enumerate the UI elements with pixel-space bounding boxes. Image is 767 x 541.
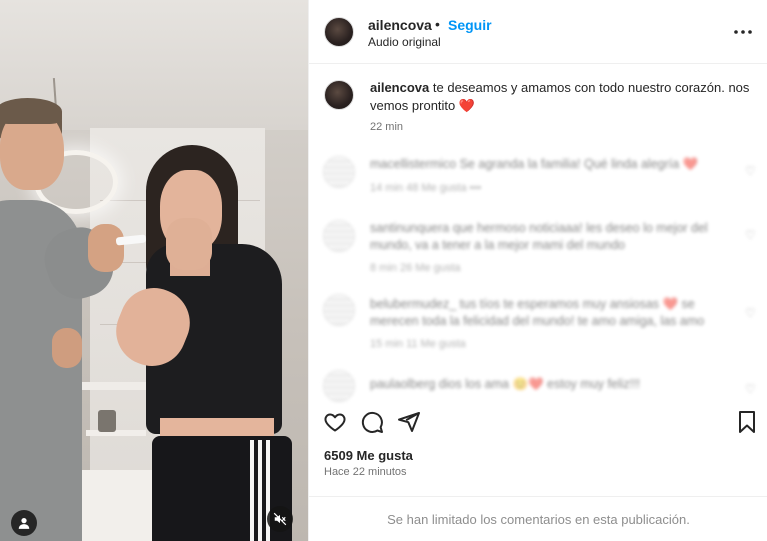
comment-bubble-icon[interactable] bbox=[358, 408, 386, 436]
comment-like-icon[interactable]: ♡ bbox=[745, 306, 756, 320]
man-hand bbox=[52, 328, 82, 368]
post-panel: ailencova • Seguir Audio original ailenc… bbox=[308, 0, 767, 541]
comment-text: santinunquera que hermoso noticiaaa! les… bbox=[370, 221, 708, 252]
comment-like-icon[interactable]: ♡ bbox=[745, 382, 756, 396]
shelf bbox=[86, 430, 146, 436]
heart-emoji: ❤️ bbox=[458, 98, 476, 113]
commenter-avatar[interactable] bbox=[323, 156, 355, 188]
heart-outline-icon[interactable] bbox=[321, 408, 349, 436]
post-media[interactable] bbox=[0, 0, 308, 541]
comments-list: macellistermico Se agranda la familia! Q… bbox=[309, 146, 767, 402]
caption-username[interactable]: ailencova bbox=[370, 80, 429, 95]
separator-dot: • bbox=[435, 16, 440, 32]
woman-hands bbox=[166, 218, 212, 270]
post-header: ailencova • Seguir Audio original bbox=[309, 0, 767, 64]
avatar[interactable] bbox=[324, 17, 354, 47]
bookmark-icon[interactable] bbox=[733, 408, 761, 436]
action-bar bbox=[309, 400, 767, 444]
comment-meta: 14 min 48 Me gusta ••• bbox=[370, 182, 482, 194]
commenter-avatar[interactable] bbox=[323, 370, 355, 402]
comment-meta: 15 min 11 Me gusta bbox=[370, 338, 466, 350]
caption-time: 22 min bbox=[370, 121, 404, 133]
pants-stripe bbox=[258, 440, 262, 541]
caption-avatar[interactable] bbox=[324, 80, 354, 110]
comments-limited-text: Se han limitado los comentarios en esta … bbox=[387, 511, 690, 527]
comment-text: macellistermico Se agranda la familia! Q… bbox=[370, 157, 699, 171]
pants-stripe bbox=[250, 440, 254, 541]
man-hand bbox=[88, 224, 124, 272]
commenter-avatar[interactable] bbox=[323, 220, 355, 252]
comment-like-icon[interactable]: ♡ bbox=[745, 164, 756, 178]
follow-button[interactable]: Seguir bbox=[448, 17, 492, 33]
man-hair bbox=[0, 98, 62, 124]
comment-text: belubermudez_ tus tíos te esperamos muy … bbox=[370, 297, 705, 328]
post-caption: ailencova te deseamos y amamos con todo … bbox=[370, 79, 750, 115]
speaker-muted-icon[interactable] bbox=[267, 506, 293, 532]
paper-plane-icon[interactable] bbox=[395, 408, 423, 436]
user-icon[interactable] bbox=[11, 510, 37, 536]
likes-count[interactable]: 6509 Me gusta bbox=[324, 448, 413, 463]
shelf bbox=[80, 382, 150, 390]
more-options-icon[interactable] bbox=[731, 20, 755, 44]
audio-label[interactable]: Audio original bbox=[368, 35, 441, 49]
comment-text: paulaolberg dios los ama 😊❤️ estoy muy f… bbox=[370, 377, 641, 391]
comment-like-icon[interactable]: ♡ bbox=[745, 228, 756, 242]
comments-limited-notice: Se han limitado los comentarios en esta … bbox=[309, 496, 767, 541]
commenter-avatar[interactable] bbox=[323, 294, 355, 326]
plant-pot bbox=[98, 410, 116, 432]
author-username[interactable]: ailencova bbox=[368, 17, 432, 33]
post-timestamp: Hace 22 minutos bbox=[324, 466, 407, 478]
comment-meta: 8 min 26 Me gusta bbox=[370, 262, 461, 274]
